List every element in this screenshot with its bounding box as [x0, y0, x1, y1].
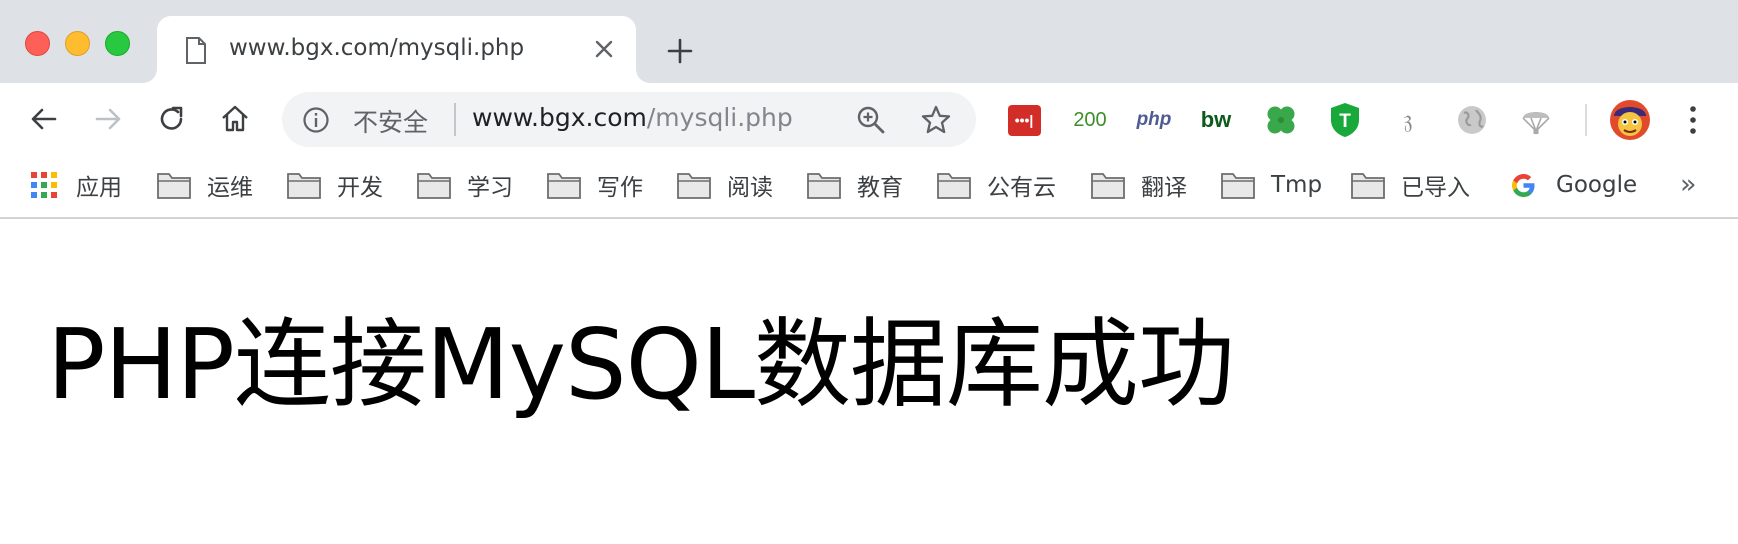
- globe-extension-icon[interactable]: [1453, 102, 1491, 138]
- tampermonkey-icon: T: [1331, 103, 1359, 137]
- bookmark-folder[interactable]: 写作: [547, 167, 643, 203]
- bookmark-label: 开发: [337, 175, 383, 201]
- forward-arrow-icon[interactable]: [92, 103, 124, 135]
- tampermonkey-extension-icon[interactable]: T: [1326, 102, 1364, 138]
- zoom-icon[interactable]: [856, 105, 886, 135]
- page-icon: [186, 37, 206, 64]
- bookmark-label: Tmp: [1271, 172, 1323, 198]
- tab-title: www.bgx.com/mysqli.php: [229, 35, 525, 61]
- status-code-label: 200: [1073, 108, 1107, 131]
- bookmark-label: 公有云: [987, 175, 1056, 201]
- parachute-extension-icon[interactable]: [1517, 102, 1555, 138]
- reload-icon[interactable]: [156, 103, 188, 135]
- bookmark-label: 运维: [207, 175, 253, 201]
- bookmark-label: 写作: [597, 175, 643, 201]
- page-heading: PHP连接MySQL数据库成功: [47, 308, 1235, 421]
- bookmark-folder[interactable]: 翻译: [1091, 167, 1187, 203]
- tab-strip: www.bgx.com/mysqli.php: [0, 0, 1738, 83]
- bookmark-label: 翻译: [1141, 175, 1187, 201]
- folder-icon: [417, 173, 451, 199]
- bookmark-folder[interactable]: 教育: [807, 167, 903, 203]
- bookmark-folder[interactable]: 已导入: [1351, 167, 1470, 203]
- address-bar[interactable]: 不安全 www.bgx.com/mysqli.php: [282, 92, 976, 147]
- info-icon[interactable]: [302, 106, 330, 134]
- bookmark-label: 教育: [857, 175, 903, 201]
- tampermonkey-label: T: [1339, 111, 1351, 132]
- bookmark-label: 应用: [76, 175, 122, 201]
- new-tab-icon[interactable]: [665, 36, 695, 66]
- address-separator: [454, 103, 456, 136]
- home-icon[interactable]: [219, 103, 251, 135]
- php-extension-icon[interactable]: php: [1133, 102, 1175, 138]
- bookmark-google[interactable]: Google: [1510, 167, 1637, 203]
- parachute-icon: [1522, 112, 1550, 134]
- window-close-button[interactable]: [25, 31, 50, 56]
- folder-icon: [547, 173, 581, 199]
- active-tab[interactable]: www.bgx.com/mysqli.php: [157, 16, 636, 83]
- bookmark-folder[interactable]: 开发: [287, 167, 383, 203]
- bookmarks-overflow-button[interactable]: »: [1680, 169, 1697, 200]
- bookmark-label: 已导入: [1401, 175, 1470, 201]
- bookmark-label: 阅读: [727, 175, 773, 201]
- calligraphy-label: 𝔷: [1403, 104, 1413, 135]
- folder-icon: [157, 173, 191, 199]
- apps-grid-icon: [31, 172, 57, 198]
- close-tab-icon[interactable]: [593, 38, 615, 60]
- lastpass-extension-icon[interactable]: •••|: [1005, 102, 1043, 138]
- calligraphy-extension-icon[interactable]: 𝔷: [1389, 102, 1427, 138]
- window-minimize-button[interactable]: [65, 31, 90, 56]
- folder-icon: [807, 173, 841, 199]
- bw-extension-icon[interactable]: bw: [1196, 102, 1236, 138]
- toolbar-separator: [1585, 104, 1587, 136]
- window-zoom-button[interactable]: [105, 31, 130, 56]
- bookmark-folder[interactable]: 公有云: [937, 167, 1056, 203]
- bookmark-folder[interactable]: 阅读: [677, 167, 773, 203]
- bookmark-label: 学习: [467, 175, 513, 201]
- bookmarks-bar: 应用 运维 开发 学习 写作 阅读 教育 公有云 翻译 Tmp 已导入 Goog…: [0, 153, 1738, 219]
- navigation-toolbar: 不安全 www.bgx.com/mysqli.php •••| 200 php …: [0, 83, 1738, 153]
- url-text[interactable]: www.bgx.com/mysqli.php: [472, 103, 793, 132]
- lastpass-label: •••|: [1007, 104, 1041, 136]
- avatar-image: [1610, 100, 1650, 140]
- folder-icon: [1351, 173, 1385, 199]
- bookmark-star-icon[interactable]: [920, 104, 952, 136]
- bookmark-apps[interactable]: 应用: [30, 167, 122, 203]
- status-code-extension-icon[interactable]: 200: [1068, 102, 1112, 138]
- clover-extension-icon[interactable]: [1262, 102, 1300, 138]
- folder-icon: [287, 173, 321, 199]
- folder-icon: [937, 173, 971, 199]
- folder-icon: [1091, 173, 1125, 199]
- bookmark-folder[interactable]: 运维: [157, 167, 253, 203]
- profile-avatar[interactable]: [1610, 100, 1650, 140]
- google-icon: [1512, 173, 1535, 197]
- page-content: PHP连接MySQL数据库成功: [0, 221, 1738, 544]
- folder-icon: [677, 173, 711, 199]
- folder-icon: [1221, 173, 1255, 199]
- url-path: /mysqli.php: [646, 103, 793, 132]
- php-label: php: [1136, 109, 1172, 130]
- globe-icon: [1458, 106, 1486, 134]
- security-status[interactable]: 不安全: [353, 103, 428, 139]
- back-arrow-icon[interactable]: [28, 103, 60, 135]
- bw-label: bw: [1200, 107, 1232, 132]
- more-menu-icon[interactable]: [1683, 103, 1703, 137]
- clover-icon: [1267, 106, 1295, 134]
- bookmark-label: Google: [1556, 172, 1638, 198]
- url-host: www.bgx.com: [472, 103, 647, 132]
- bookmark-folder[interactable]: 学习: [417, 167, 513, 203]
- bookmark-folder[interactable]: Tmp: [1221, 167, 1322, 203]
